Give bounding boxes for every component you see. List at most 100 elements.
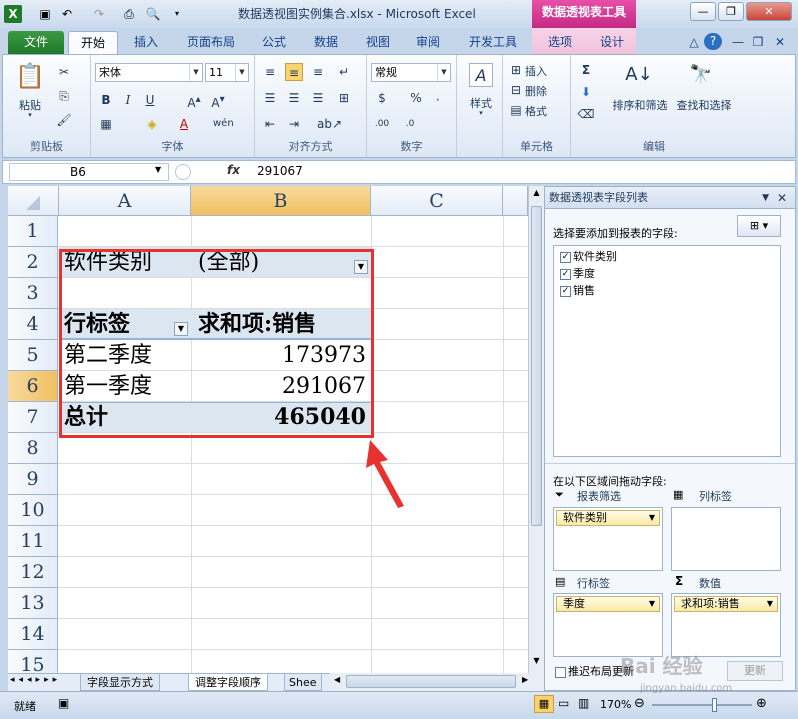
sheet-tab-sheet[interactable]: Shee	[284, 674, 322, 691]
row-header-3[interactable]: 3	[8, 278, 58, 309]
update-button[interactable]: 更新	[727, 661, 783, 681]
increase-decimal-icon[interactable]: .00	[373, 115, 391, 133]
row-header-14[interactable]: 14	[8, 619, 58, 650]
format-painter-icon[interactable]: 🖌	[55, 111, 73, 129]
paste-icon[interactable]: 📋	[15, 61, 45, 91]
print-icon[interactable]: ⎙	[120, 5, 138, 23]
row-header-11[interactable]: 11	[8, 526, 58, 557]
italic-icon[interactable]: I	[119, 91, 137, 109]
find-select-button[interactable]: 查找和选择	[671, 97, 737, 113]
column-header-d[interactable]	[503, 186, 528, 216]
panel-menu-icon[interactable]: ▼	[762, 187, 769, 209]
cell-a7[interactable]: 总计	[64, 402, 108, 433]
cell-b5[interactable]: 173973	[198, 340, 366, 371]
insert-cells-button[interactable]: 插入	[525, 63, 565, 79]
checkbox-unchecked-icon[interactable]	[555, 666, 566, 678]
row-header-5[interactable]: 5	[8, 340, 58, 371]
format-cells-icon[interactable]: ▤	[507, 101, 525, 119]
scroll-down-icon[interactable]: ▼	[530, 656, 543, 670]
row-header-13[interactable]: 13	[8, 588, 58, 619]
fill-color-icon[interactable]: ◈	[143, 115, 161, 133]
decrease-decimal-icon[interactable]: .0	[401, 115, 419, 133]
sheet-tab-reorder-fields[interactable]: 调整字段顺序	[188, 674, 268, 691]
column-header-b[interactable]: B	[191, 186, 371, 216]
tab-data[interactable]: 数据	[306, 31, 346, 54]
cut-icon[interactable]: ✂	[55, 63, 73, 81]
cell-a6[interactable]: 第一季度	[64, 371, 152, 402]
page-layout-view-icon[interactable]: ▭	[558, 696, 569, 710]
scroll-up-icon[interactable]: ▲	[530, 188, 543, 202]
insert-function-button[interactable]: fx	[227, 163, 240, 177]
phonetic-icon[interactable]: wén	[213, 115, 234, 133]
checkbox-checked-icon[interactable]: ✓	[560, 268, 571, 280]
undo-icon[interactable]: ↶	[58, 5, 76, 23]
horizontal-scroll-thumb[interactable]	[346, 675, 516, 688]
filter-dropdown-icon[interactable]: ▼	[354, 260, 368, 274]
row-header-4[interactable]: 4	[8, 309, 58, 340]
cell-a5[interactable]: 第二季度	[64, 340, 152, 371]
font-size-select[interactable]: 11 ▼	[205, 63, 249, 82]
cell-b6[interactable]: 291067	[198, 371, 366, 402]
field-item[interactable]: ✓ 软件类别	[560, 248, 617, 264]
panel-splitter[interactable]	[545, 463, 795, 467]
name-box[interactable]: B6	[9, 163, 169, 181]
close-button[interactable]: ✕	[746, 2, 792, 21]
print-preview-icon[interactable]: 🔍	[144, 5, 162, 23]
customize-toolbar-icon[interactable]: ▾	[168, 5, 186, 23]
align-bottom-icon[interactable]: ≡	[309, 63, 327, 81]
tab-design[interactable]: 设计	[592, 31, 632, 54]
row-header-1[interactable]: 1	[8, 216, 58, 247]
tab-view[interactable]: 视图	[358, 31, 398, 54]
workbook-close-button[interactable]: ✕	[772, 31, 788, 54]
tab-file[interactable]: 文件	[8, 31, 64, 54]
row-header-15[interactable]: 15	[8, 650, 58, 673]
row-header-12[interactable]: 12	[8, 557, 58, 588]
sheet-nav-icons[interactable]: ◂◂◂▸▸▸	[10, 675, 61, 685]
tab-developer[interactable]: 开发工具	[460, 31, 526, 54]
comma-style-icon[interactable]: ,	[429, 89, 447, 107]
find-select-icon[interactable]: 🔭	[687, 61, 715, 89]
delete-cells-icon[interactable]: ⊟	[507, 81, 525, 99]
row-header-10[interactable]: 10	[8, 495, 58, 526]
fill-icon[interactable]: ⬇	[577, 83, 595, 101]
field-item[interactable]: ✓ 季度	[560, 265, 595, 281]
normal-view-icon[interactable]: ▦	[534, 695, 554, 713]
font-color-icon[interactable]: A	[175, 115, 193, 133]
checkbox-checked-icon[interactable]: ✓	[560, 285, 571, 297]
vertical-scrollbar[interactable]: ▲ ▼	[528, 186, 544, 673]
save-icon[interactable]: ▣	[36, 5, 54, 23]
tab-home[interactable]: 开始	[68, 31, 118, 54]
column-labels-area[interactable]	[671, 507, 781, 571]
formula-input[interactable]: 291067	[257, 164, 303, 178]
cell-b4[interactable]: 求和项:销售	[198, 309, 316, 340]
page-break-view-icon[interactable]: ▥	[578, 696, 589, 710]
formula-bar-resize-icon[interactable]	[175, 164, 191, 180]
field-item[interactable]: ✓ 销售	[560, 282, 595, 298]
filter-field-pill[interactable]: 软件类别 ▼	[556, 510, 660, 526]
percent-style-button[interactable]: %	[407, 89, 425, 107]
sheet-tab-field-display[interactable]: 字段显示方式	[80, 674, 160, 691]
zoom-slider-track[interactable]	[652, 704, 752, 706]
workbook-minimize-button[interactable]: —	[730, 31, 746, 54]
accounting-format-icon[interactable]: $	[373, 89, 391, 107]
cell-a4[interactable]: 行标签	[64, 309, 130, 340]
cell-b7[interactable]: 465040	[198, 402, 366, 433]
format-cells-button[interactable]: 格式	[525, 103, 565, 119]
insert-cells-icon[interactable]: ⊞	[507, 61, 525, 79]
chevron-down-icon[interactable]: ▼	[649, 597, 655, 611]
grow-font-icon[interactable]: A▴	[185, 91, 203, 110]
worksheet-grid[interactable]: A B C 1 2 3 4 5 6 7 8 9 10 11 12 13 14 1…	[8, 186, 528, 673]
paste-dropdown-icon[interactable]: ▾	[25, 111, 35, 119]
row-header-2[interactable]: 2	[8, 247, 58, 278]
align-center-icon[interactable]: ☰	[285, 89, 303, 107]
layout-options-button[interactable]: ⊞ ▾	[737, 215, 781, 237]
minimize-ribbon-icon[interactable]: △	[686, 31, 702, 54]
column-header-c[interactable]: C	[371, 186, 503, 216]
sort-filter-icon[interactable]: A↓	[625, 61, 653, 89]
cell-a2[interactable]: 软件类别	[64, 247, 152, 278]
tab-review[interactable]: 审阅	[408, 31, 448, 54]
shrink-font-icon[interactable]: A▾	[209, 91, 227, 110]
vertical-scroll-thumb[interactable]	[531, 206, 542, 526]
align-left-icon[interactable]: ☰	[261, 89, 279, 107]
row-field-pill[interactable]: 季度 ▼	[556, 596, 660, 612]
